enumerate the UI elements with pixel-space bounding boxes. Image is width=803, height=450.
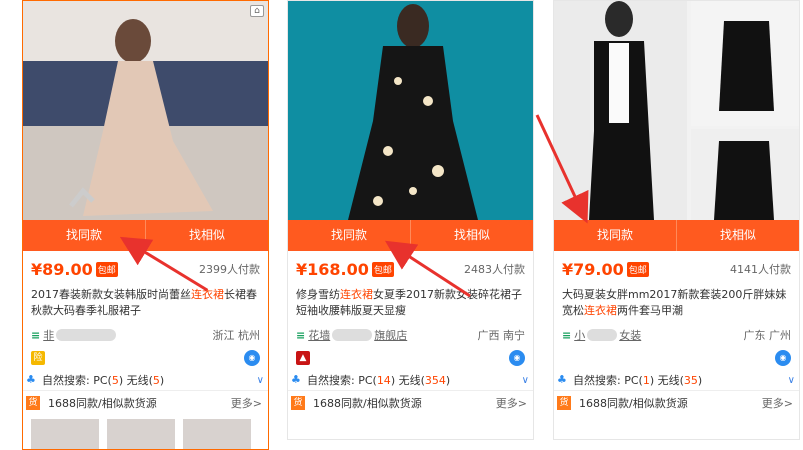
source-row: 货 1688同款/相似款货源 更多> bbox=[554, 390, 799, 414]
sales-count: 4141人付款 bbox=[730, 263, 791, 276]
source-icon: 货 bbox=[291, 395, 305, 410]
title-keyword[interactable]: 连衣裙 bbox=[340, 288, 373, 301]
thumbnail[interactable] bbox=[107, 419, 175, 449]
chevron-down-icon[interactable]: ∨ bbox=[788, 375, 795, 386]
find-same-button[interactable]: 找同款 bbox=[288, 220, 410, 251]
product-grid: ⌂ 找同款 找相似 ¥89.00 包邮 2399人付款 2017春装新款女装韩版… bbox=[0, 0, 803, 450]
wangwang-icon[interactable]: ◉ bbox=[775, 350, 791, 366]
blurred-shop-name bbox=[587, 329, 618, 341]
search-label: ) 无线( bbox=[118, 374, 153, 387]
product-photo-1 bbox=[23, 1, 268, 220]
thumbnail-strip bbox=[23, 414, 268, 450]
shop-link[interactable]: 旗舰店 bbox=[374, 327, 407, 343]
free-shipping-badge: 包邮 bbox=[626, 261, 649, 277]
thumbnail[interactable] bbox=[31, 419, 99, 449]
search-bird-icon: ♣ bbox=[557, 373, 567, 386]
blurred-shop-name bbox=[332, 329, 373, 341]
blurred-shop-name bbox=[56, 329, 117, 341]
natural-search-row[interactable]: ♣ 自然搜索: PC(5) 无线(5) ∨ bbox=[23, 370, 268, 390]
search-label: 自然搜索: PC( bbox=[42, 374, 112, 387]
find-similar-button[interactable]: 找相似 bbox=[145, 220, 268, 251]
search-label: ) bbox=[445, 373, 451, 387]
product-title[interactable]: 2017春装新款女装韩版时尚蕾丝连衣裙长裙春秋款大码春季礼服裙子 bbox=[31, 287, 260, 319]
source-label[interactable]: 1688同款/相似款货源 bbox=[48, 395, 157, 411]
price: ¥79.00 bbox=[562, 259, 624, 279]
title-keyword[interactable]: 连衣裙 bbox=[584, 304, 617, 317]
shop-icon: ≡ bbox=[562, 328, 572, 342]
sales-count: 2483人付款 bbox=[464, 263, 525, 276]
product-image-3[interactable] bbox=[554, 1, 799, 220]
search-label: ) bbox=[159, 373, 165, 387]
product-card-3[interactable]: 找同款 找相似 ¥79.00 包邮 4141人付款 大码夏装女胖mm2017新款… bbox=[553, 0, 800, 440]
insurance-icon[interactable]: 险 bbox=[31, 351, 45, 365]
location: 浙江 杭州 bbox=[212, 329, 261, 342]
chevron-down-icon[interactable]: ∨ bbox=[257, 375, 264, 386]
price: ¥168.00 bbox=[296, 259, 369, 279]
wangwang-icon[interactable]: ◉ bbox=[509, 350, 525, 366]
source-icon: 货 bbox=[26, 395, 40, 410]
find-same-button[interactable]: 找同款 bbox=[23, 220, 145, 251]
shop-link[interactable]: 非 bbox=[43, 327, 54, 343]
wireless-count: 35 bbox=[683, 373, 698, 387]
free-shipping-badge: 包邮 bbox=[371, 261, 394, 277]
price: ¥89.00 bbox=[31, 259, 93, 279]
pc-count: 1 bbox=[642, 373, 650, 387]
wangwang-icon[interactable]: ◉ bbox=[244, 350, 260, 366]
search-bird-icon: ♣ bbox=[291, 373, 301, 386]
natural-search-row[interactable]: ♣ 自然搜索: PC(1) 无线(35) ∨ bbox=[554, 370, 799, 390]
thumbnail[interactable] bbox=[183, 419, 251, 449]
source-label[interactable]: 1688同款/相似款货源 bbox=[579, 395, 688, 411]
title-text[interactable]: 2017春装新款女装韩版时尚蕾丝 bbox=[31, 288, 191, 301]
sales-count: 2399人付款 bbox=[199, 263, 260, 276]
search-label: ) 无线( bbox=[649, 374, 684, 387]
location: 广西 南宁 bbox=[477, 329, 526, 342]
find-bar-2: 找同款 找相似 bbox=[288, 220, 533, 251]
wireless-count: 354 bbox=[424, 373, 446, 387]
more-link[interactable]: 更多> bbox=[496, 395, 527, 411]
product-card-2[interactable]: 找同款 找相似 ¥168.00 包邮 2483人付款 修身雪纺连衣裙女夏季201… bbox=[287, 0, 534, 440]
pc-count: 14 bbox=[376, 373, 391, 387]
search-label: ) 无线( bbox=[390, 374, 425, 387]
find-similar-button[interactable]: 找相似 bbox=[410, 220, 533, 251]
source-row: 货 1688同款/相似款货源 更多> bbox=[288, 390, 533, 414]
source-label[interactable]: 1688同款/相似款货源 bbox=[313, 395, 422, 411]
shop-icon: ≡ bbox=[31, 328, 41, 342]
find-bar-1: 找同款 找相似 bbox=[23, 220, 268, 251]
more-link[interactable]: 更多> bbox=[231, 395, 262, 411]
find-same-button[interactable]: 找同款 bbox=[554, 220, 676, 251]
shop-link[interactable]: 花墙 bbox=[308, 327, 330, 343]
source-row: 货 1688同款/相似款货源 更多> bbox=[23, 390, 268, 414]
product-image-1[interactable]: ⌂ bbox=[23, 1, 268, 220]
product-title[interactable]: 修身雪纺连衣裙女夏季2017新款女装碎花裙子短袖收腰韩版夏天显瘦 bbox=[296, 287, 525, 319]
product-title[interactable]: 大码夏装女胖mm2017新款套装200斤胖妹妹宽松连衣裙两件套马甲潮 bbox=[562, 287, 791, 319]
search-label: ) bbox=[697, 373, 703, 387]
free-shipping-badge: 包邮 bbox=[95, 261, 118, 277]
natural-search-row[interactable]: ♣ 自然搜索: PC(14) 无线(354) ∨ bbox=[288, 370, 533, 390]
location: 广东 广州 bbox=[743, 329, 792, 342]
title-text[interactable]: 两件套马甲潮 bbox=[617, 304, 683, 317]
product-card-1[interactable]: ⌂ 找同款 找相似 ¥89.00 包邮 2399人付款 2017春装新款女装韩版… bbox=[22, 0, 269, 450]
shop-link[interactable]: 小 bbox=[574, 327, 585, 343]
source-icon: 货 bbox=[557, 395, 571, 410]
product-photo-3 bbox=[554, 1, 799, 220]
wireless-count: 5 bbox=[152, 373, 160, 387]
product-image-2[interactable] bbox=[288, 1, 533, 220]
more-link[interactable]: 更多> bbox=[762, 395, 793, 411]
find-similar-button[interactable]: 找相似 bbox=[676, 220, 799, 251]
product-photo-2 bbox=[288, 1, 533, 220]
title-text[interactable]: 修身雪纺 bbox=[296, 288, 340, 301]
pc-count: 5 bbox=[111, 373, 119, 387]
search-label: 自然搜索: PC( bbox=[573, 374, 643, 387]
chevron-down-icon[interactable]: ∨ bbox=[522, 375, 529, 386]
shop-link[interactable]: 女装 bbox=[619, 327, 641, 343]
shop-icon: ≡ bbox=[296, 328, 306, 342]
brand-icon[interactable]: ▲ bbox=[296, 351, 310, 365]
find-bar-3: 找同款 找相似 bbox=[554, 220, 799, 251]
share-icon[interactable]: ⌂ bbox=[250, 5, 264, 17]
search-label: 自然搜索: PC( bbox=[307, 374, 377, 387]
search-bird-icon: ♣ bbox=[26, 373, 36, 386]
title-keyword[interactable]: 连衣裙 bbox=[191, 288, 224, 301]
